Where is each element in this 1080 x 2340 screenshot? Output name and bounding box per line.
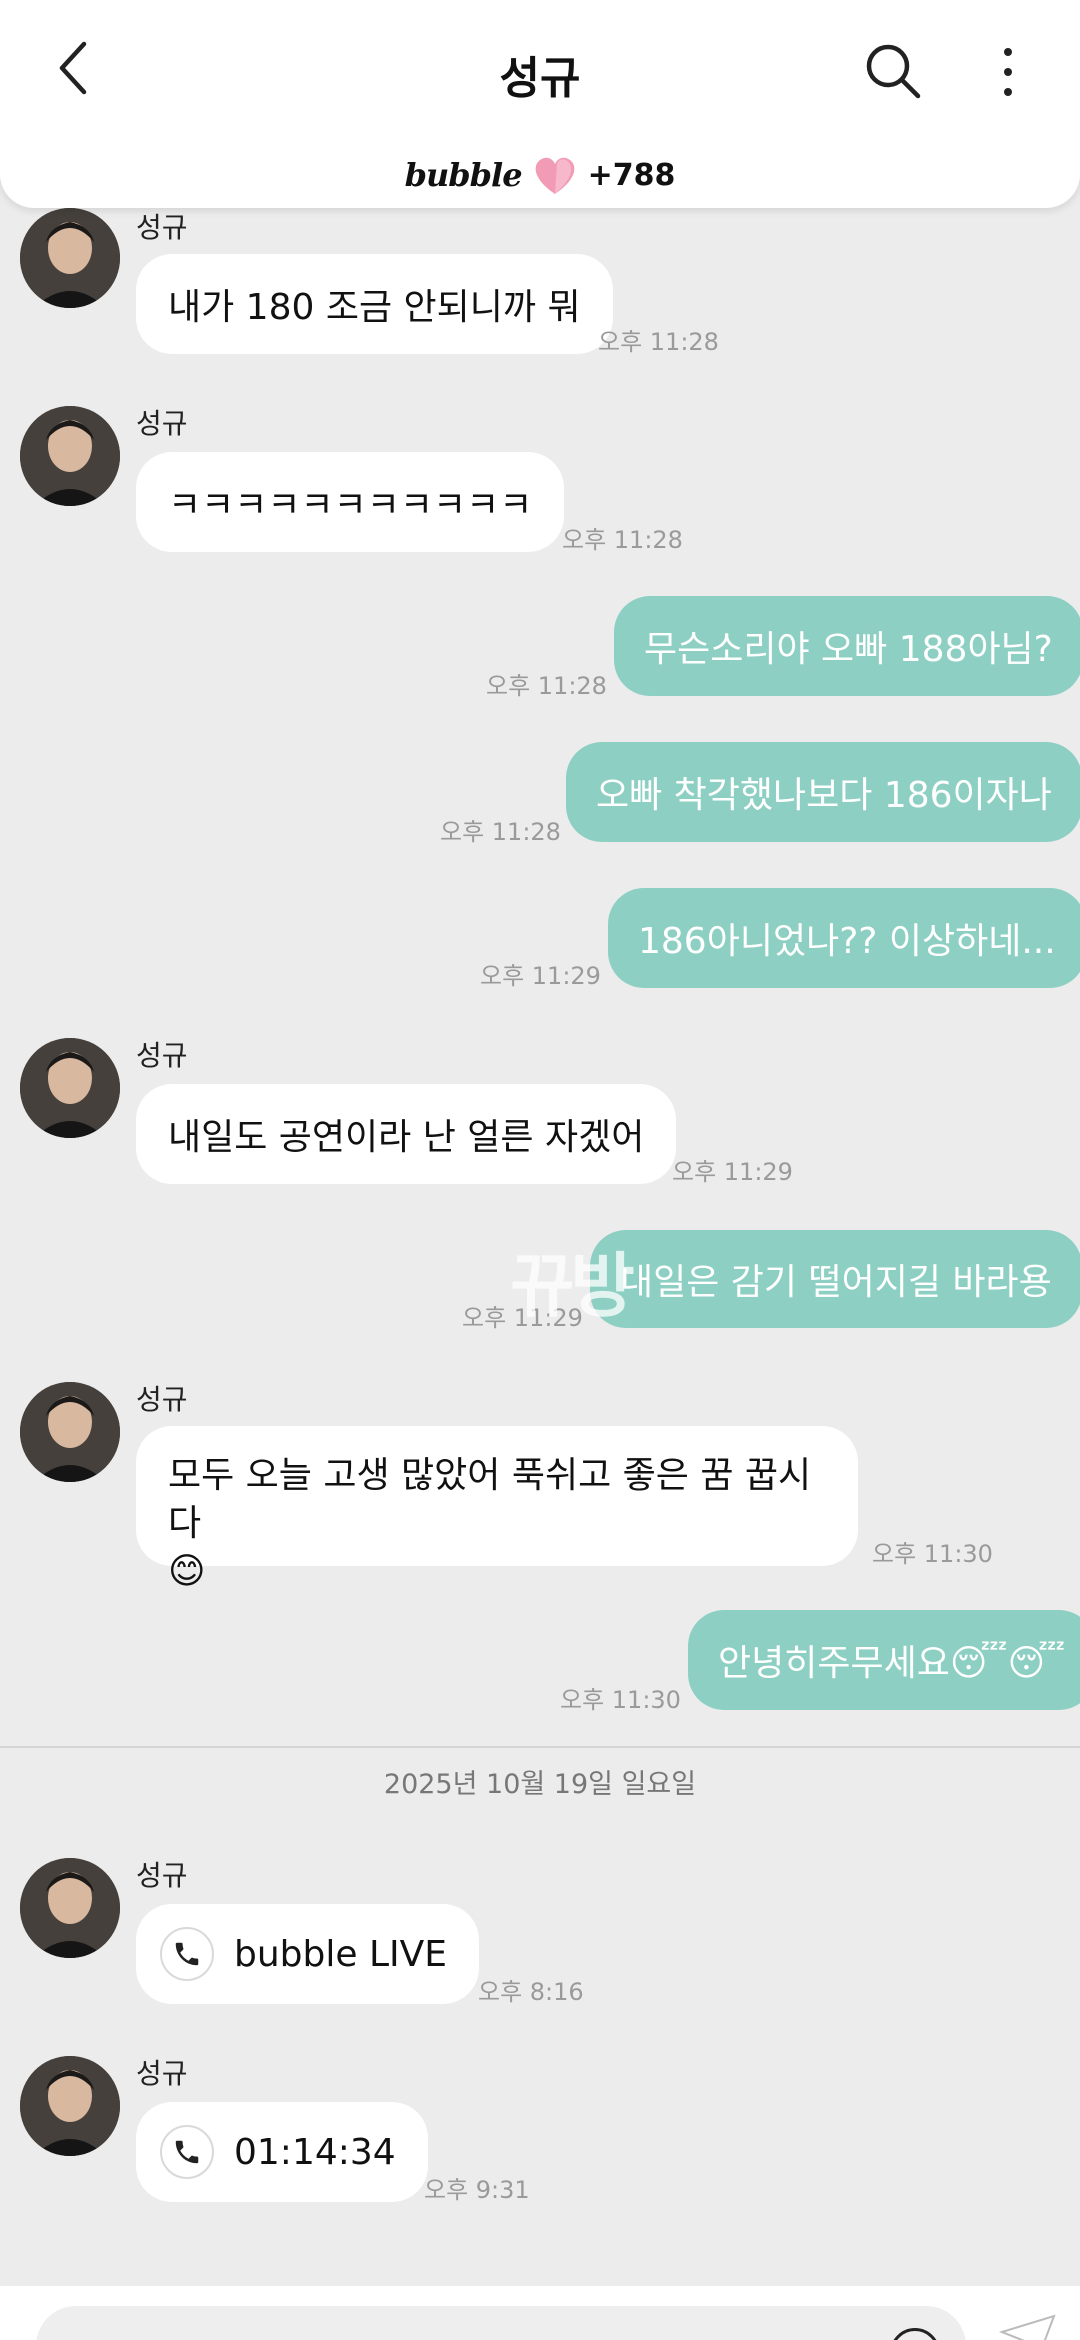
search-icon[interactable] bbox=[862, 40, 924, 102]
sender-name: 성규 bbox=[136, 407, 188, 440]
outgoing-message[interactable]: 오빠 착각했나보다 186이자나 bbox=[566, 742, 1080, 842]
sender-name: 성규 bbox=[136, 1859, 188, 1892]
call-label: bubble LIVE bbox=[234, 1933, 448, 1975]
sender-name: 성규 bbox=[136, 1383, 188, 1416]
date-divider: 2025년 10월 19일 일요일 bbox=[383, 1769, 697, 1800]
heart-icon bbox=[530, 154, 580, 196]
message-input-bar bbox=[0, 2286, 1080, 2340]
smile-emoji: 😊 bbox=[168, 1551, 206, 1592]
avatar[interactable] bbox=[20, 208, 120, 308]
bubble-logo: bubble bbox=[404, 156, 523, 194]
call-message[interactable]: 01:14:34 bbox=[136, 2102, 428, 2202]
message-time: 오후 11:28 bbox=[486, 672, 607, 700]
message-time: 오후 9:31 bbox=[424, 2176, 530, 2204]
outgoing-message[interactable]: 무슨소리야 오빠 188아님? bbox=[614, 596, 1080, 696]
sender-name: 성규 bbox=[136, 1039, 188, 1072]
message-time: 오후 11:30 bbox=[872, 1540, 993, 1568]
incoming-message[interactable]: 내가 180 조금 안되니까 뭐 bbox=[136, 254, 613, 354]
heart-count: +788 bbox=[587, 157, 676, 193]
message-time: 오후 8:16 bbox=[478, 1978, 584, 2006]
call-message[interactable]: bubble LIVE bbox=[136, 1904, 480, 2004]
incoming-message[interactable]: ㅋㅋㅋㅋㅋㅋㅋㅋㅋㅋㅋ bbox=[136, 452, 565, 552]
sender-name: 성규 bbox=[136, 2057, 188, 2090]
outgoing-message[interactable]: 안녕히주무세요😴😴 bbox=[688, 1610, 1080, 1710]
date-divider-line bbox=[0, 1746, 1080, 1748]
avatar[interactable] bbox=[20, 2056, 120, 2156]
incoming-message[interactable]: 모두 오늘 고생 많았어 푹쉬고 좋은 꿈 꿉시다 😊 bbox=[136, 1426, 858, 1592]
avatar[interactable] bbox=[20, 1858, 120, 1958]
chat-header: 성규 bubble +788 bbox=[0, 0, 1080, 208]
message-time: 오후 11:28 bbox=[440, 818, 561, 846]
chat-screen: 성규 bubble +788 성규 내가 180 조금 안되니까 뭐 오후 11… bbox=[0, 0, 1080, 2340]
message-time: 오후 11:29 bbox=[672, 1158, 793, 1186]
phone-icon bbox=[160, 2125, 214, 2179]
watermark: 뀨방 bbox=[510, 1245, 635, 1327]
message-time: 오후 11:28 bbox=[562, 526, 683, 554]
bubble-heart-counter: bubble +788 bbox=[0, 150, 1080, 200]
message-time: 오후 11:28 bbox=[598, 328, 719, 356]
outgoing-message[interactable]: 186아니었나?? 이상하네... bbox=[608, 888, 1080, 988]
avatar[interactable] bbox=[20, 406, 120, 506]
avatar[interactable] bbox=[20, 1038, 120, 1138]
message-input[interactable] bbox=[36, 2306, 966, 2340]
call-duration: 01:14:34 bbox=[234, 2131, 396, 2173]
message-text: 모두 오늘 고생 많았어 푹쉬고 좋은 꿈 꿉시다 bbox=[168, 1455, 812, 1544]
incoming-message[interactable]: 내일도 공연이라 난 얼른 자겠어 bbox=[136, 1084, 677, 1184]
send-icon[interactable] bbox=[998, 2312, 1058, 2340]
message-time: 오후 11:30 bbox=[560, 1686, 681, 1714]
outgoing-message[interactable]: 내일은 감기 떨어지길 바라용 bbox=[590, 1230, 1080, 1328]
phone-icon bbox=[160, 1927, 214, 1981]
more-vertical-icon[interactable] bbox=[990, 42, 1026, 102]
message-time: 오후 11:29 bbox=[480, 962, 601, 990]
avatar[interactable] bbox=[20, 1382, 120, 1482]
sender-name: 성규 bbox=[136, 211, 188, 244]
